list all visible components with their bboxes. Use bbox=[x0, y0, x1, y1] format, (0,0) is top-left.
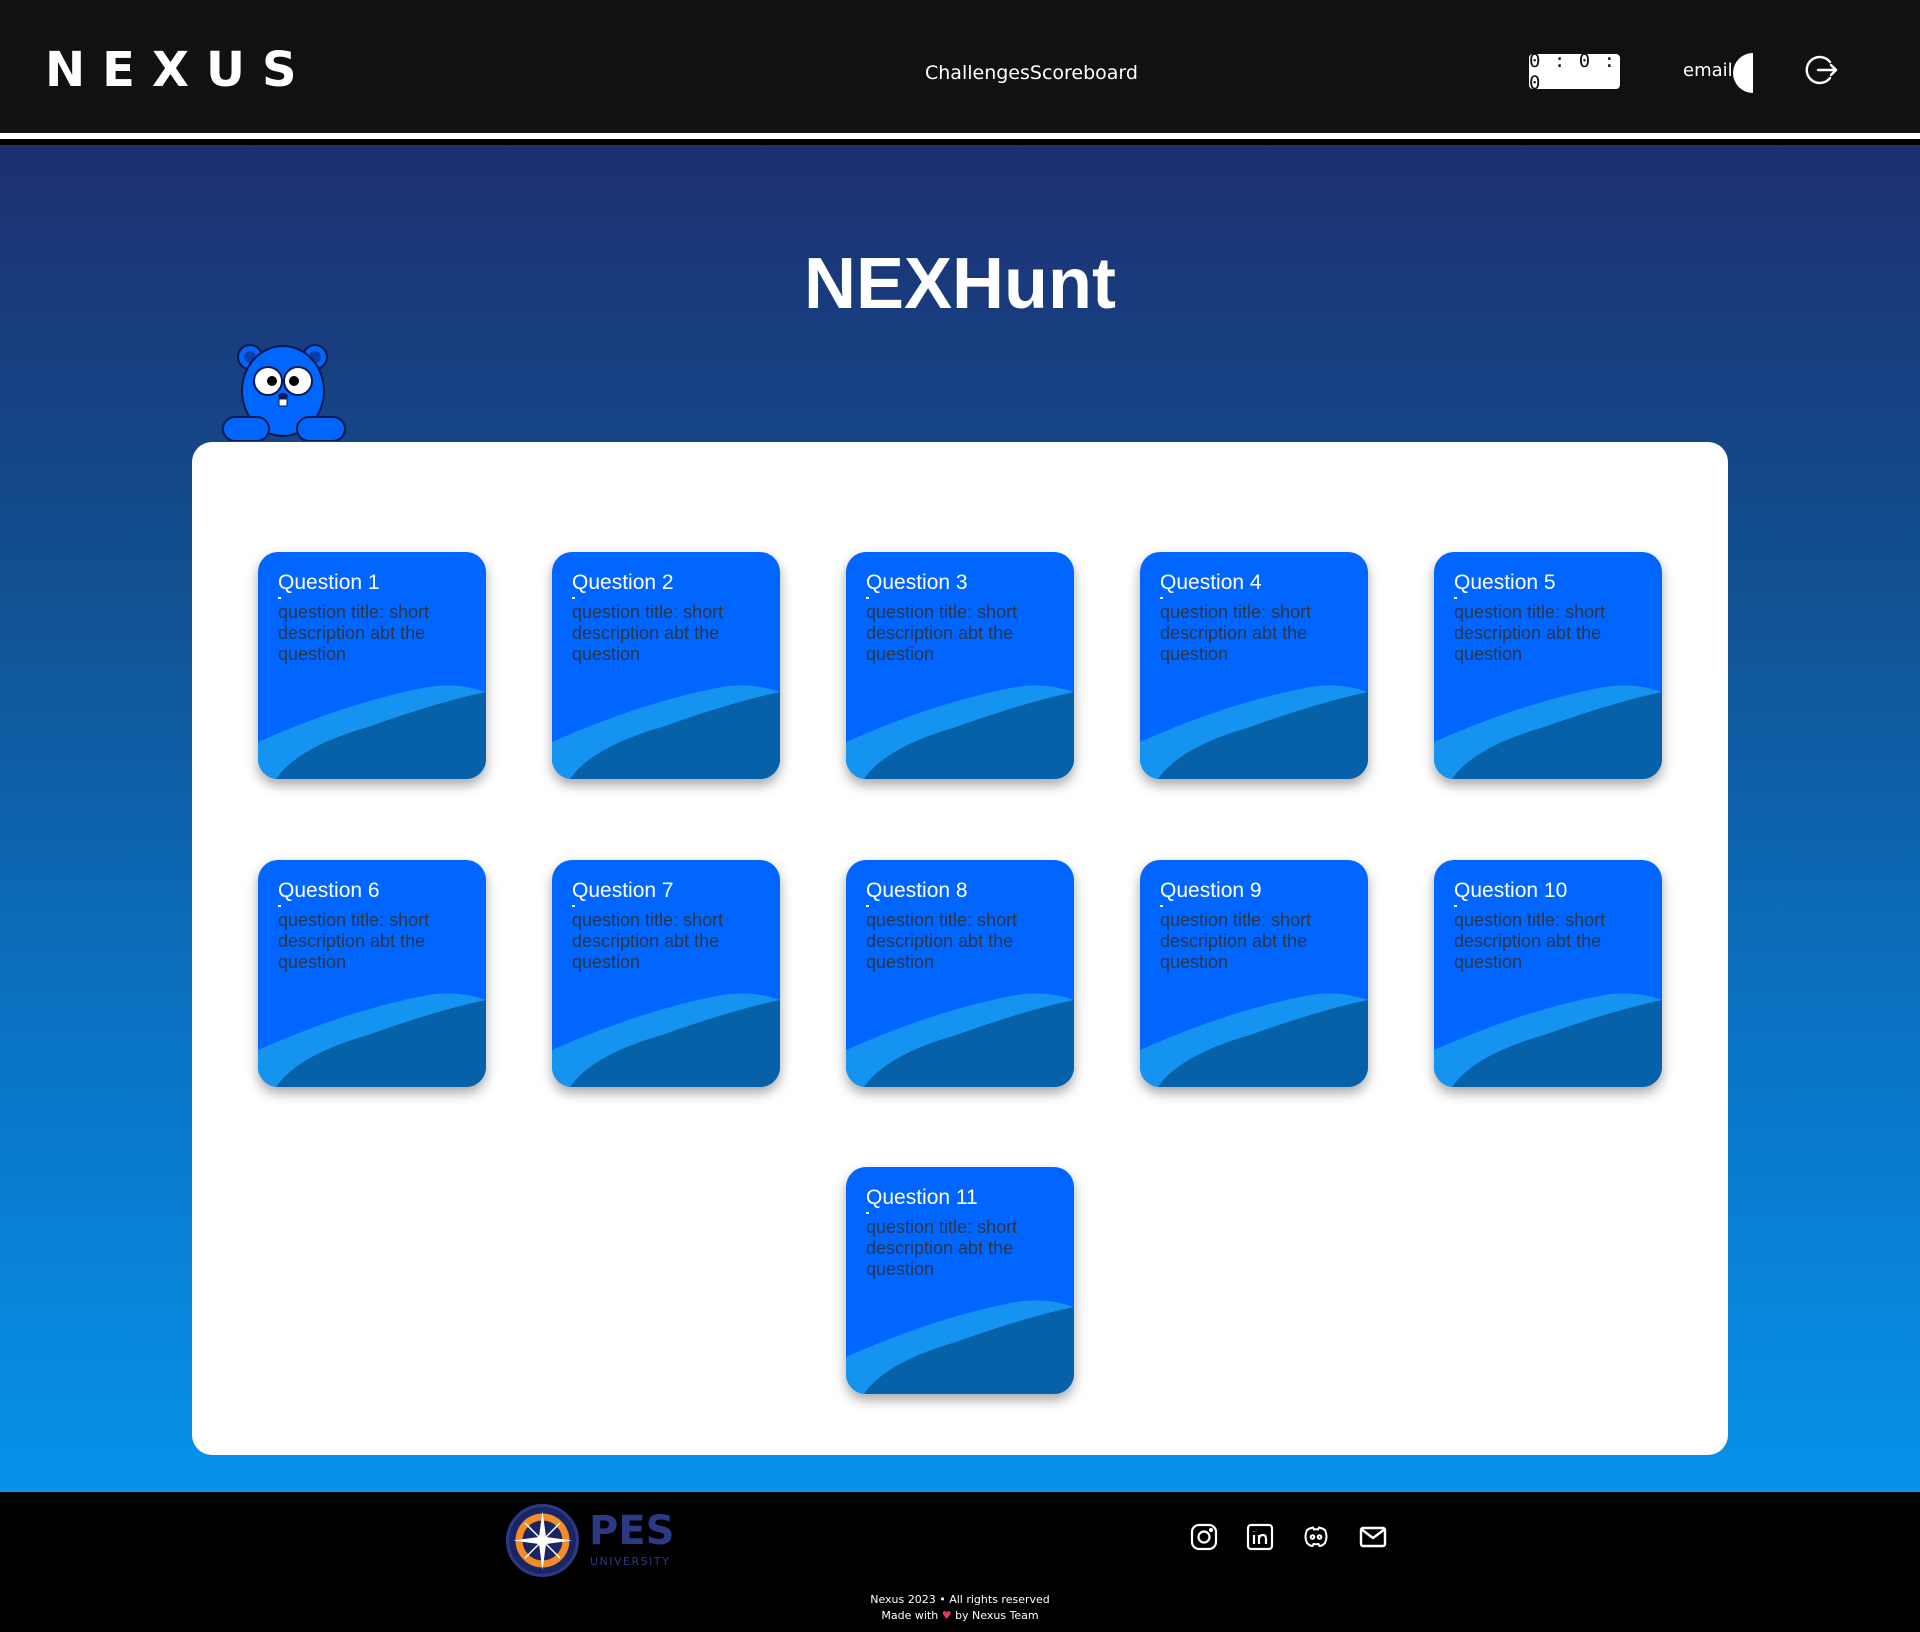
linkedin-icon[interactable] bbox=[1245, 1522, 1275, 1552]
question-title: Question 10 bbox=[1454, 879, 1568, 902]
heart-icon: ♥ bbox=[941, 1609, 952, 1622]
title-underline-dot bbox=[1160, 905, 1163, 907]
question-title: Question 11 bbox=[866, 1186, 978, 1209]
question-description: question title: short description abt th… bbox=[572, 602, 724, 664]
question-description: question title: short description abt th… bbox=[1454, 602, 1606, 664]
title-underline-dot bbox=[278, 905, 281, 907]
title-underline-dot bbox=[572, 597, 575, 599]
question-description: question title: short description abt th… bbox=[866, 910, 1018, 972]
question-description: question title: short description abt th… bbox=[278, 910, 430, 972]
title-underline-dot bbox=[1454, 597, 1457, 599]
discord-icon[interactable] bbox=[1301, 1522, 1331, 1552]
made-with-prefix: Made with bbox=[881, 1609, 939, 1622]
question-card[interactable]: Question 11 question title: short descrip… bbox=[846, 1167, 1074, 1394]
questions-panel: Question 1 question title: short descript… bbox=[192, 442, 1728, 1455]
question-card[interactable]: Question 3 question title: short descript… bbox=[846, 552, 1074, 779]
nav-scoreboard[interactable]: Scoreboard bbox=[1030, 60, 1138, 86]
logout-icon[interactable] bbox=[1803, 52, 1839, 88]
title-underline-dot bbox=[278, 597, 281, 599]
mascot-bear-icon bbox=[222, 344, 346, 441]
pes-name: PES bbox=[589, 1508, 675, 1554]
question-card[interactable]: Question 10 question title: short descrip… bbox=[1434, 860, 1662, 1087]
pes-subtitle: UNIVERSITY bbox=[590, 1555, 671, 1568]
footer: PES UNIVERSITY Nexus 2023 • All rights r… bbox=[0, 1492, 1920, 1632]
countdown-timer: 0 : 0 : 0 bbox=[1529, 50, 1620, 94]
nav-challenges[interactable]: Challenges bbox=[925, 60, 1030, 86]
question-title: Question 4 bbox=[1160, 571, 1262, 594]
title-underline-dot bbox=[866, 1212, 869, 1214]
question-card[interactable]: Question 4 question title: short descript… bbox=[1140, 552, 1368, 779]
question-description: question title: short description abt th… bbox=[866, 602, 1018, 664]
title-underline-dot bbox=[1454, 905, 1457, 907]
question-title: Question 3 bbox=[866, 571, 968, 594]
question-title: Question 6 bbox=[278, 879, 380, 902]
title-underline-dot bbox=[866, 905, 869, 907]
mail-icon[interactable] bbox=[1358, 1522, 1388, 1552]
question-title: Question 9 bbox=[1160, 879, 1262, 902]
question-title: Question 2 bbox=[572, 571, 674, 594]
title-underline-dot bbox=[866, 597, 869, 599]
instagram-icon[interactable] bbox=[1189, 1522, 1219, 1552]
question-description: question title: short description abt th… bbox=[1454, 910, 1606, 972]
user-email: email bbox=[1683, 60, 1733, 81]
question-card[interactable]: Question 5 question title: short descript… bbox=[1434, 552, 1662, 779]
question-card[interactable]: Question 9 question title: short descript… bbox=[1140, 860, 1368, 1087]
main-nav: Challenges Scoreboard bbox=[925, 60, 1138, 86]
title-underline-dot bbox=[572, 905, 575, 907]
question-card[interactable]: Question 6 question title: short descript… bbox=[258, 860, 486, 1087]
page-title: NEXHunt bbox=[804, 244, 1116, 324]
question-description: question title: short description abt th… bbox=[866, 1217, 1018, 1279]
made-with-suffix: by Nexus Team bbox=[955, 1609, 1039, 1622]
question-title: Question 1 bbox=[278, 571, 380, 594]
question-title: Question 5 bbox=[1454, 571, 1556, 594]
pes-university-logo-icon bbox=[506, 1504, 579, 1577]
question-card[interactable]: Question 8 question title: short descript… bbox=[846, 860, 1074, 1087]
brand-logo[interactable]: NEXUS bbox=[45, 44, 314, 96]
question-title: Question 7 bbox=[572, 879, 674, 902]
question-description: question title: short description abt th… bbox=[278, 602, 430, 664]
question-description: question title: short description abt th… bbox=[1160, 602, 1312, 664]
made-with-text: Made with ♥ by Nexus Team bbox=[0, 1608, 1920, 1624]
question-description: question title: short description abt th… bbox=[1160, 910, 1312, 972]
top-navbar: NEXUS Challenges Scoreboard 0 : 0 : 0 ema… bbox=[0, 0, 1920, 139]
main-content: NEXHunt Question 1 question title: short … bbox=[0, 145, 1920, 1492]
theme-toggle-icon[interactable] bbox=[1731, 53, 1753, 93]
question-card[interactable]: Question 7 question title: short descript… bbox=[552, 860, 780, 1087]
copyright-text: Nexus 2023 • All rights reserved bbox=[870, 1593, 1050, 1606]
question-card[interactable]: Question 2 question title: short descript… bbox=[552, 552, 780, 779]
question-title: Question 8 bbox=[866, 879, 968, 902]
title-underline-dot bbox=[1160, 597, 1163, 599]
question-description: question title: short description abt th… bbox=[572, 910, 724, 972]
question-card[interactable]: Question 1 question title: short descript… bbox=[258, 552, 486, 779]
